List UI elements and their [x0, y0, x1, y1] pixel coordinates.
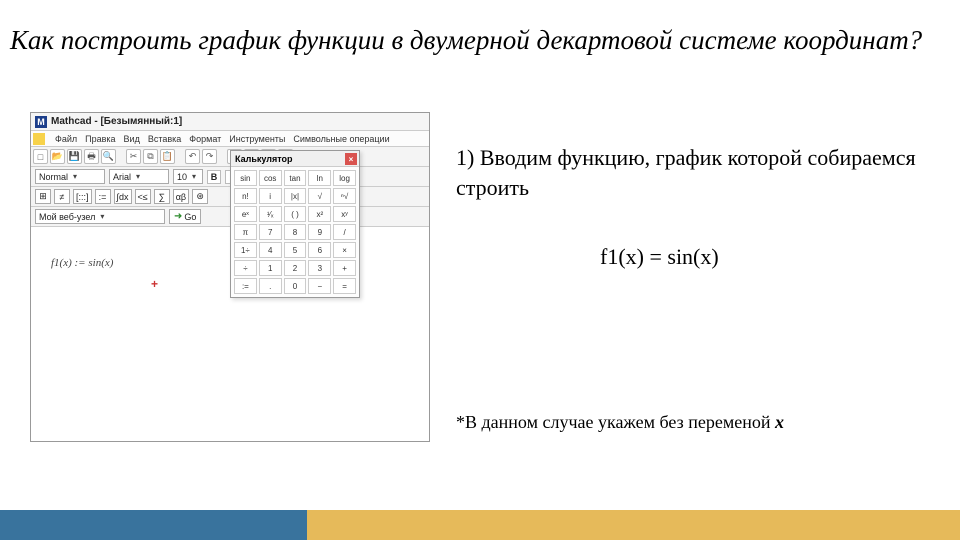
- programming-icon[interactable]: ⊛: [192, 189, 208, 204]
- calc-key[interactable]: ln: [308, 170, 331, 186]
- calc-key[interactable]: +: [333, 260, 356, 276]
- menu-format[interactable]: Формат: [189, 134, 221, 144]
- go-button[interactable]: Go: [169, 209, 201, 224]
- equation-text: f1(x) = sin(x): [600, 244, 719, 270]
- boolean-icon[interactable]: ≠: [54, 189, 70, 204]
- bold-button[interactable]: B: [207, 170, 221, 184]
- note-variable: x: [775, 412, 784, 432]
- calc-key[interactable]: ( ): [284, 206, 307, 222]
- calculus-icon[interactable]: ∫dx: [114, 189, 132, 204]
- window-title: Mathcad - [Безымянный:1]: [51, 116, 182, 127]
- calculator-title: Калькулятор: [235, 154, 293, 164]
- calc-key[interactable]: 3: [308, 260, 331, 276]
- size-combo[interactable]: 10: [173, 169, 203, 184]
- graph-icon[interactable]: ⊞: [35, 189, 51, 204]
- calculator-palette[interactable]: Калькулятор × sin cos tan ln log n! i |x…: [230, 150, 360, 298]
- save-icon[interactable]: 💾: [67, 149, 82, 164]
- menu-tools[interactable]: Инструменты: [229, 134, 285, 144]
- calc-key[interactable]: ÷: [234, 260, 257, 276]
- calc-key[interactable]: /: [333, 224, 356, 240]
- calc-key[interactable]: ¹⁄ₓ: [259, 206, 282, 222]
- calc-key[interactable]: 4: [259, 242, 282, 258]
- calc-key[interactable]: 5: [284, 242, 307, 258]
- cut-icon[interactable]: ✂: [126, 149, 141, 164]
- menu-doc-icon: [33, 133, 45, 145]
- calc-key[interactable]: 6: [308, 242, 331, 258]
- calc-key[interactable]: =: [333, 278, 356, 294]
- calc-key[interactable]: √: [308, 188, 331, 204]
- calc-key[interactable]: 1÷: [234, 242, 257, 258]
- calc-key[interactable]: −: [308, 278, 331, 294]
- footer-accent-right: [307, 510, 960, 540]
- calc-key[interactable]: n!: [234, 188, 257, 204]
- site-combo[interactable]: Мой веб-узел: [35, 209, 165, 224]
- close-icon[interactable]: ×: [345, 153, 357, 165]
- calc-key[interactable]: π: [234, 224, 257, 240]
- open-icon[interactable]: 📂: [50, 149, 65, 164]
- menu-insert[interactable]: Вставка: [148, 134, 181, 144]
- calc-key[interactable]: ⁿ√: [333, 188, 356, 204]
- slide-footer: [0, 510, 960, 540]
- copy-icon[interactable]: ⧉: [143, 149, 158, 164]
- sum-icon[interactable]: ∑: [154, 189, 170, 204]
- calculator-grid: sin cos tan ln log n! i |x| √ ⁿ√ eˣ ¹⁄ₓ …: [231, 167, 359, 297]
- footer-accent-left: [0, 510, 307, 540]
- print-icon[interactable]: 🖶: [84, 149, 99, 164]
- calculator-titlebar: Калькулятор ×: [231, 151, 359, 167]
- redo-icon[interactable]: ↷: [202, 149, 217, 164]
- menu-file[interactable]: Файл: [55, 134, 77, 144]
- calc-key[interactable]: xʸ: [333, 206, 356, 222]
- calc-key[interactable]: i: [259, 188, 282, 204]
- assign-icon[interactable]: :=: [95, 189, 111, 204]
- calc-key[interactable]: .: [259, 278, 282, 294]
- calc-key[interactable]: 1: [259, 260, 282, 276]
- calc-key[interactable]: tan: [284, 170, 307, 186]
- calc-key[interactable]: 7: [259, 224, 282, 240]
- step1-text: 1) Вводим функцию, график которой собира…: [456, 143, 940, 202]
- menu-symbolic[interactable]: Символьные операции: [293, 134, 389, 144]
- paste-icon[interactable]: 📋: [160, 149, 175, 164]
- calc-key[interactable]: 8: [284, 224, 307, 240]
- calc-key[interactable]: ×: [333, 242, 356, 258]
- eval-icon[interactable]: <≤: [135, 189, 151, 204]
- matrix-icon[interactable]: [:::]: [73, 189, 92, 204]
- menubar: Файл Правка Вид Вставка Формат Инструмен…: [31, 131, 429, 147]
- calc-key[interactable]: 2: [284, 260, 307, 276]
- greek-icon[interactable]: αβ: [173, 189, 189, 204]
- font-combo[interactable]: Arial: [109, 169, 169, 184]
- app-icon: M: [35, 116, 47, 128]
- calc-key[interactable]: 9: [308, 224, 331, 240]
- calc-key[interactable]: sin: [234, 170, 257, 186]
- new-icon[interactable]: □: [33, 149, 48, 164]
- calc-key[interactable]: x²: [308, 206, 331, 222]
- titlebar: M Mathcad - [Безымянный:1]: [31, 113, 429, 131]
- formula-region[interactable]: f1(x) := sin(x): [51, 257, 113, 269]
- calc-key[interactable]: cos: [259, 170, 282, 186]
- style-combo[interactable]: Normal: [35, 169, 105, 184]
- insert-cursor-icon: +: [151, 277, 158, 291]
- undo-icon[interactable]: ↶: [185, 149, 200, 164]
- menu-edit[interactable]: Правка: [85, 134, 115, 144]
- note-prefix: *В данном случае укажем без переменой: [456, 412, 775, 432]
- calc-key[interactable]: eˣ: [234, 206, 257, 222]
- menu-view[interactable]: Вид: [124, 134, 140, 144]
- slide-title: Как построить график функции в двумерной…: [10, 24, 950, 58]
- calc-key[interactable]: |x|: [284, 188, 307, 204]
- preview-icon[interactable]: 🔍: [101, 149, 116, 164]
- calc-key[interactable]: :=: [234, 278, 257, 294]
- calc-key[interactable]: 0: [284, 278, 307, 294]
- note-text: *В данном случае укажем без переменой x: [456, 412, 940, 433]
- calc-key[interactable]: log: [333, 170, 356, 186]
